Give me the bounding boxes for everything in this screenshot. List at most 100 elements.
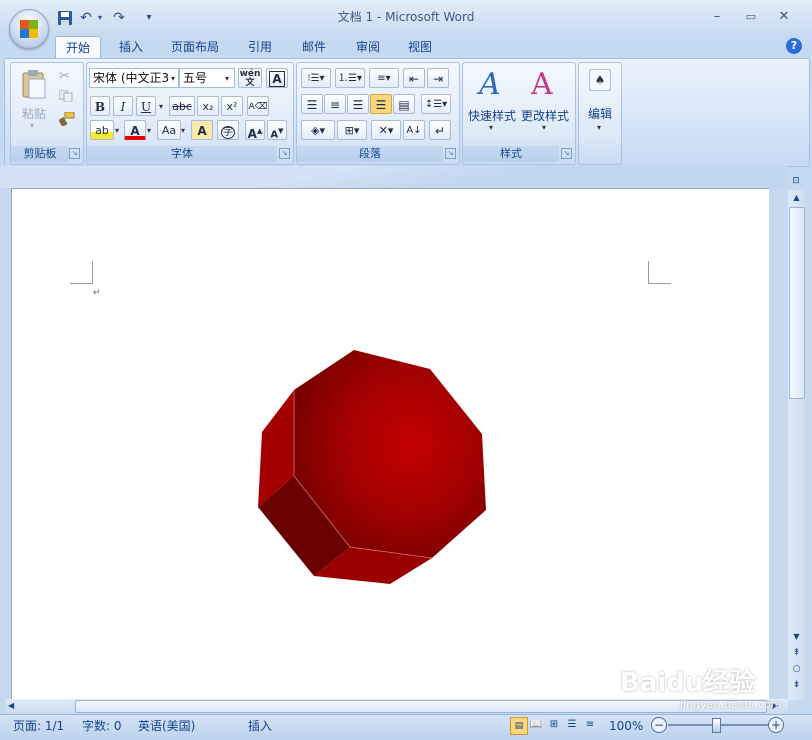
change-styles-button[interactable]: A 更改样式 ▾ [519, 65, 571, 137]
view-ruler-icon[interactable]: ⊡ [789, 174, 803, 188]
change-styles-label: 更改样式 [520, 109, 569, 123]
underline-dropdown-icon[interactable]: ▾ [159, 102, 163, 111]
print-layout-view-icon[interactable]: ▤ [510, 717, 528, 735]
increase-indent-button[interactable]: ⇥ [427, 68, 449, 88]
show-marks-button[interactable]: ↵ [429, 120, 451, 140]
format-painter-icon[interactable] [58, 111, 75, 127]
bold-button[interactable]: B [90, 96, 110, 116]
scroll-up-icon[interactable]: ▲ [789, 191, 804, 204]
grow-font-button[interactable]: A▲ [245, 120, 265, 141]
shrink-font-button[interactable]: A▼ [267, 120, 287, 140]
clipboard-group-label: 剪贴板 [11, 146, 69, 162]
paste-label: 粘贴 [21, 107, 46, 121]
sort-button[interactable]: A↓ [403, 120, 425, 140]
change-case-dropdown-icon[interactable]: ▾ [181, 126, 185, 135]
chinese-layout-button[interactable]: ✕▾ [371, 120, 401, 140]
font-size-value: 五号 [183, 71, 208, 85]
draft-view-icon[interactable]: ≡ [582, 717, 598, 733]
font-name-value: 宋体 (中文正3 [93, 71, 170, 85]
font-name-field[interactable]: 宋体 (中文正3 [89, 68, 179, 88]
decrease-indent-button[interactable]: ⇤ [403, 68, 425, 88]
close-button[interactable]: ✕ [773, 8, 795, 26]
enclose-char-glyph: 字 [221, 126, 235, 139]
change-case-button[interactable]: Aa [157, 120, 181, 140]
zoom-in-icon[interactable]: + [768, 717, 784, 733]
paragraph-launcher-icon[interactable]: ↘ [445, 148, 456, 159]
tab-view[interactable]: 视图 [400, 36, 440, 58]
italic-button[interactable]: I [113, 96, 133, 116]
zoom-slider-thumb[interactable] [712, 718, 721, 733]
octagon-shape[interactable] [252, 344, 492, 589]
highlight-dropdown-icon[interactable]: ▾ [115, 126, 119, 135]
shading-button[interactable]: ◈▾ [301, 120, 335, 140]
distributed-button[interactable]: ▤ [393, 94, 415, 114]
outline-view-icon[interactable]: ☰ [564, 717, 580, 733]
scroll-left-icon[interactable]: ◀ [8, 699, 20, 713]
minimize-button[interactable]: – [706, 8, 728, 26]
font-color-button[interactable]: A [124, 120, 146, 140]
font-size-dropdown-icon[interactable]: ▾ [225, 74, 229, 83]
language-indicator[interactable]: 英语(美国) [138, 717, 195, 735]
paragraph-group: ⁝☰▾ ⒈☰▾ ≡▾ ⇤ ⇥ ☰ ≡ ☰ ☰ ▤ ↕☰▾ ◈▾ ⊞▾ ✕▾ A↓… [296, 62, 460, 165]
strikethrough-button[interactable]: abc [169, 96, 195, 116]
maximize-button[interactable]: ▭ [740, 8, 762, 26]
paste-button[interactable]: 粘贴 ▾ [19, 67, 49, 130]
office-button[interactable] [9, 9, 49, 49]
char-shading-button[interactable]: A [191, 120, 213, 140]
previous-page-icon[interactable]: ⇞ [789, 646, 804, 660]
watermark-brand: Baidu经验 [620, 668, 756, 698]
highlight-button[interactable]: ab [90, 120, 114, 140]
next-page-icon[interactable]: ⇟ [789, 678, 804, 692]
insert-mode[interactable]: 插入 [248, 717, 272, 735]
window-title: 文档 1 - Microsoft Word [337, 10, 475, 24]
vertical-scroll-thumb[interactable] [789, 207, 805, 399]
font-name-dropdown-icon[interactable]: ▾ [171, 74, 175, 83]
enclose-char-button[interactable]: 字 [217, 120, 239, 140]
tab-references[interactable]: 引用 [240, 36, 280, 58]
tab-home[interactable]: 开始 [55, 36, 101, 59]
font-launcher-icon[interactable]: ↘ [279, 148, 290, 159]
multilevel-list-button[interactable]: ≡▾ [369, 68, 399, 88]
char-border-button[interactable]: A [266, 68, 288, 88]
line-spacing-button[interactable]: ↕☰▾ [421, 94, 451, 114]
horizontal-scroll-thumb[interactable] [75, 700, 767, 713]
editing-label: 编辑 [587, 107, 612, 121]
bullets-button[interactable]: ⁝☰▾ [301, 68, 331, 88]
tab-review[interactable]: 审阅 [348, 36, 388, 58]
phonetic-guide-button[interactable]: wén 文 [238, 68, 262, 88]
styles-group: A 快速样式 ▾ A 更改样式 ▾ 样式 ↘ [462, 62, 576, 165]
editing-button[interactable]: ♠ 编辑 ▾ [581, 65, 619, 160]
zoom-level[interactable]: 100% [609, 717, 643, 735]
copy-icon[interactable] [58, 89, 73, 103]
superscript-button[interactable]: x² [221, 96, 243, 116]
cut-icon[interactable]: ✂ [59, 69, 70, 84]
scroll-down-icon[interactable]: ▼ [789, 630, 804, 643]
zoom-out-icon[interactable]: − [651, 717, 667, 733]
styles-launcher-icon[interactable]: ↘ [561, 148, 572, 159]
full-screen-reading-icon[interactable]: 📖 [528, 717, 544, 733]
margin-corner-top-right [648, 261, 671, 284]
help-icon[interactable]: ? [786, 38, 802, 54]
select-browse-object-icon[interactable]: ○ [789, 662, 804, 676]
borders-button[interactable]: ⊞▾ [337, 120, 367, 140]
tab-mailings[interactable]: 邮件 [294, 36, 334, 58]
align-center-button[interactable]: ≡ [324, 94, 346, 114]
align-left-button[interactable]: ☰ [301, 94, 323, 114]
font-color-dropdown-icon[interactable]: ▾ [147, 126, 151, 135]
word-count[interactable]: 字数: 0 [82, 717, 122, 735]
justify-button[interactable]: ☰ [370, 94, 392, 114]
web-layout-icon[interactable]: ⊞ [546, 717, 562, 733]
subscript-button[interactable]: x₂ [197, 96, 219, 116]
clipboard-launcher-icon[interactable]: ↘ [69, 148, 80, 159]
underline-button[interactable]: U [136, 96, 156, 116]
quick-styles-button[interactable]: A 快速样式 ▾ [467, 65, 517, 137]
numbering-button[interactable]: ⒈☰▾ [335, 68, 365, 88]
page-count[interactable]: 页面: 1/1 [13, 717, 64, 735]
font-group: 宋体 (中文正3 ▾ 五号 ▾ wén 文 A B I U ▾ abc x₂ x²… [86, 62, 294, 165]
paragraph-group-label: 段落 [297, 146, 443, 162]
document-page[interactable]: ↵ [11, 188, 769, 701]
clear-formatting-button[interactable]: A⌫ [247, 96, 269, 116]
tab-page-layout[interactable]: 页面布局 [164, 36, 226, 58]
align-right-button[interactable]: ☰ [347, 94, 369, 114]
tab-insert[interactable]: 插入 [110, 36, 152, 58]
